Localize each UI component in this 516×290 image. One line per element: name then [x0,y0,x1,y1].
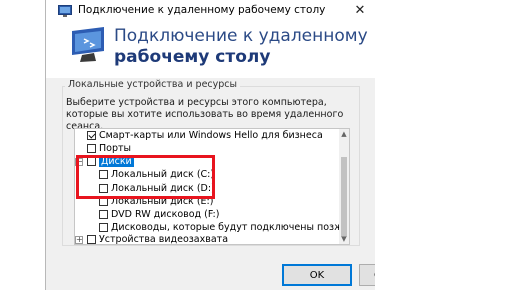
scroll-down-arrow-icon[interactable]: ▼ [339,234,349,244]
checkbox[interactable] [87,235,96,244]
checkbox[interactable] [87,131,96,140]
remote-desktop-icon [58,5,72,17]
tree-item-label: Устройства видеозахвата [99,234,229,245]
scroll-up-arrow-icon[interactable]: ▲ [339,129,349,139]
checkbox[interactable] [87,144,96,153]
title-bar: Подключение к удаленному рабочему столу … [46,0,375,23]
header-banner: Подключение к удаленному рабочему столу [46,23,375,78]
tree-item-video-capture[interactable]: + Устройства видеозахвата [75,233,229,245]
banner-title-line1: Подключение к удаленному [114,26,368,46]
banner-title-line2: рабочему столу [114,47,271,67]
group-legend: Локальные устройства и ресурсы [65,79,241,90]
window-title: Подключение к удаленному рабочему столу [78,4,326,16]
expand-icon[interactable]: + [75,235,83,244]
tree-item-ports[interactable]: Порты [75,142,131,155]
tree-item-label: Дисководы, которые будут подключены позж… [111,222,349,233]
scrollbar-thumb[interactable] [341,157,347,237]
close-icon[interactable]: ✕ [350,1,370,21]
ok-button[interactable]: OK [282,264,352,286]
cancel-button[interactable]: Отмена [359,264,375,286]
drives-highlight-box [76,155,215,199]
checkbox[interactable] [99,210,108,219]
tree-item-smartcards[interactable]: Смарт-карты или Windows Hello для бизнес… [75,129,323,142]
tree-scrollbar[interactable]: ▲ ▼ [339,129,349,244]
checkbox[interactable] [99,223,108,232]
tree-item-label: Порты [99,143,132,154]
remote-desktop-monitor-icon [72,27,104,62]
rdp-dialog-window: Подключение к удаленному рабочему столу … [45,0,375,290]
tree-item-label: DVD RW дисковод (F:) [111,209,220,220]
tree-item-label: Смарт-карты или Windows Hello для бизнес… [99,130,323,141]
tree-item-dvd-f[interactable]: DVD RW дисковод (F:) [87,208,219,221]
